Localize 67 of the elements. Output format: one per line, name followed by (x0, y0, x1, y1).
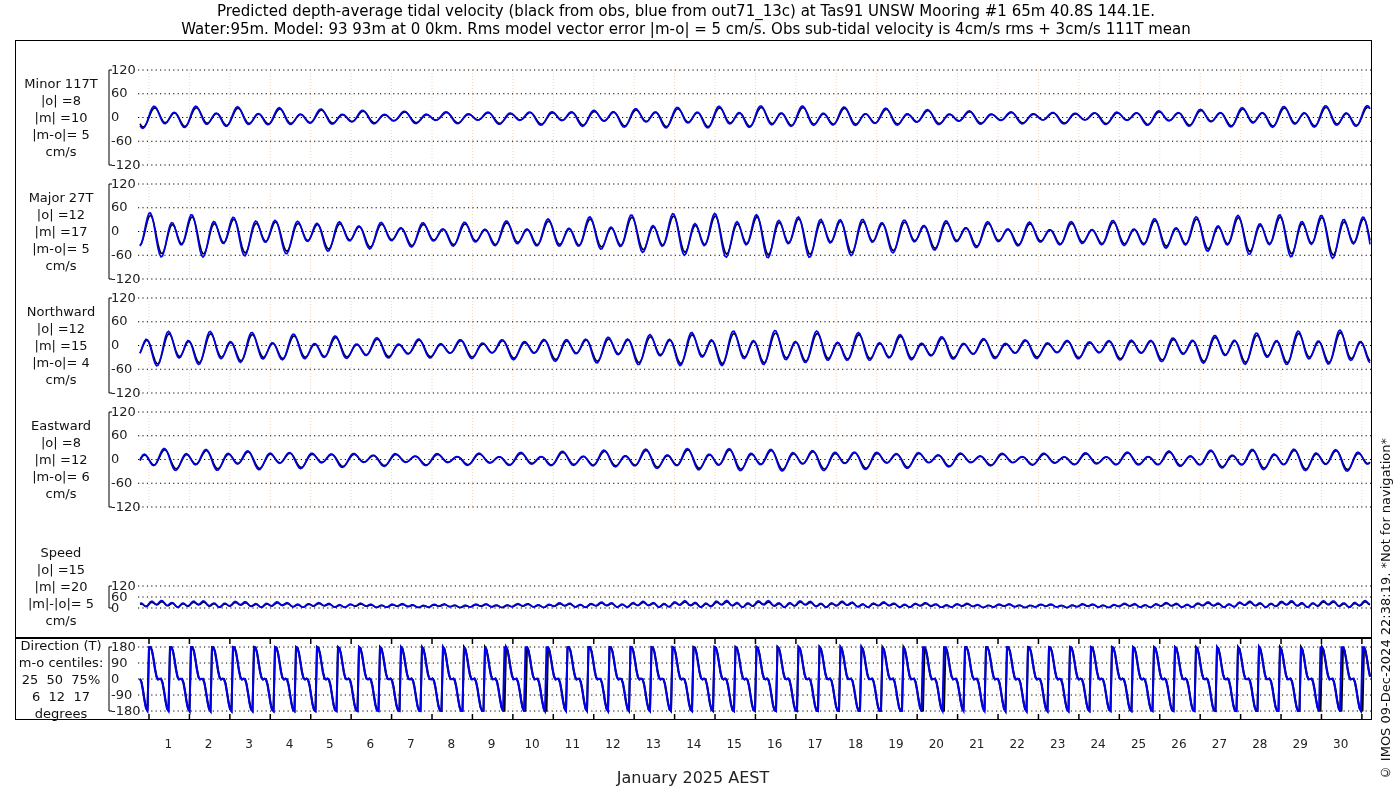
day-label: 18 (847, 737, 864, 751)
tick-label: 120 (111, 403, 136, 419)
day-label: 19 (888, 737, 904, 751)
day-label: 9 (487, 737, 496, 751)
tick-label: 0 (111, 670, 120, 686)
day-label: 7 (406, 737, 415, 751)
tick-label: 60 (111, 427, 128, 443)
day-label: 6 (366, 737, 375, 751)
panel-label: Direction (T) m-o centiles: 25 50 75% 6 12 17 degrees (17, 636, 105, 722)
day-label: 16 (767, 737, 783, 751)
day-label: 2 (204, 737, 213, 751)
tick-label: -60 (111, 360, 133, 376)
tick-label: -180 (111, 702, 141, 718)
tick-label: -120 (111, 498, 141, 514)
tick-label: -120 (111, 270, 141, 286)
panel-label: Eastward |o| =8 |m| =12 |m-o|= 6 cm/s (30, 417, 92, 502)
day-label: 5 (326, 737, 334, 751)
day-label: 29 (1292, 737, 1308, 751)
day-label: 26 (1171, 737, 1187, 751)
tick-label: 0 (111, 223, 120, 238)
tick-label: -120 (111, 156, 141, 172)
day-label: 20 (928, 737, 945, 751)
day-label: 17 (807, 737, 823, 751)
tick-label: 120 (111, 289, 136, 305)
axis-bracket (108, 646, 113, 712)
tick-label: 60 (111, 199, 128, 215)
tick-label: -90 (111, 686, 133, 702)
day-label: 15 (726, 737, 742, 751)
day-label: 21 (969, 737, 985, 751)
day-label: 22 (1009, 737, 1025, 751)
day-label: 4 (285, 737, 294, 751)
day-label: 23 (1050, 737, 1066, 751)
day-label: 24 (1090, 737, 1106, 751)
tick-label: -120 (111, 384, 141, 400)
day-label: 14 (686, 737, 702, 751)
tick-label: 60 (111, 313, 128, 329)
panel-label: Speed |o| =15 |m| =20 |m|-|o|= 5 cm/s (26, 543, 96, 629)
plot-title: Predicted depth-average tidal velocity (black from obs, blue from out71_13c) at Tas91 UNSW Mooring #1 65m 40.8S 144.1E. (217, 2, 1155, 20)
tick-label: 0 (111, 451, 120, 466)
panel-label: Major 27T |o| =12 |m| =17 |m-o|= 5 cm/s (27, 189, 95, 274)
tick-label: 90 (111, 654, 128, 670)
tick-label: 180 (111, 638, 136, 654)
day-label: 25 (1130, 737, 1147, 751)
day-label: 3 (245, 737, 253, 751)
plot-subtitle: Water:95m. Model: 93 93m at 0 0km. Rms model vector error |m-o| = 5 cm/s. Obs sub-tidal velocity is 4cm/s rms + 3cm/s 111T mean (181, 20, 1191, 38)
day-label: 8 (447, 737, 456, 751)
x-axis-label: January 2025 AEST (616, 768, 770, 787)
day-label: 11 (564, 737, 581, 751)
tick-label: 0 (111, 109, 120, 124)
axis-bracket (108, 585, 113, 609)
panel-label: Northward |o| =12 |m| =15 |m-o|= 4 cm/s (25, 303, 97, 388)
day-label: 12 (605, 737, 621, 751)
day-label: 30 (1333, 737, 1349, 751)
tick-label: -60 (111, 132, 133, 148)
day-label: 13 (645, 737, 661, 751)
tick-label: 120 (111, 175, 136, 191)
tick-label: -60 (111, 246, 133, 262)
tick-label: 0 (111, 337, 120, 352)
day-label: 1 (164, 737, 173, 751)
day-label: 10 (524, 737, 540, 751)
tick-label: 60 (111, 85, 128, 101)
panel-label: Minor 117T |o| =8 |m| =10 |m-o|= 5 cm/s (23, 75, 99, 160)
tick-label: -60 (111, 474, 133, 490)
day-label: 27 (1211, 737, 1228, 751)
credit-text: © IMOS 09-Dec-2024 22:38:19. *Not for navigation* (1377, 437, 1395, 780)
tick-label: 120 (111, 61, 136, 77)
day-label: 28 (1252, 737, 1268, 751)
